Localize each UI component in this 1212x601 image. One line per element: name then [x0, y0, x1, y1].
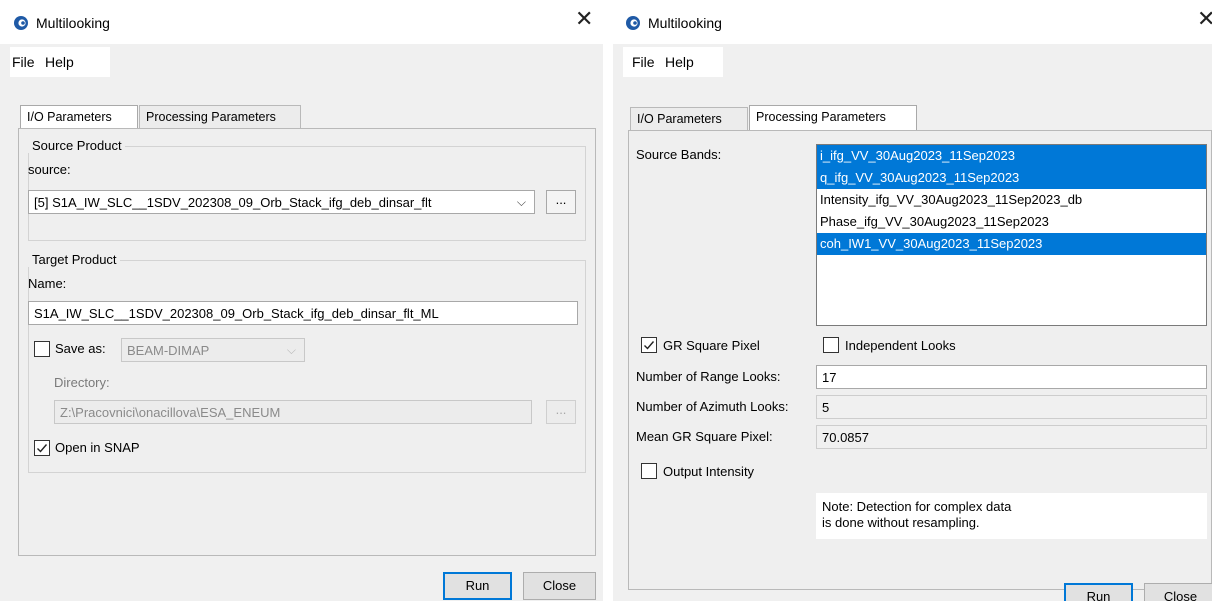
directory-field[interactable]: Z:\Pracovnici\onacillova\ESA_ENEUM: [54, 400, 532, 424]
tab-processing-parameters[interactable]: Processing Parameters: [749, 105, 917, 131]
menu-bar: File Help: [623, 47, 723, 77]
note-text: Note: Detection for complex data is done…: [816, 493, 1207, 539]
name-label: Name:: [28, 276, 67, 291]
menu-help[interactable]: Help: [665, 54, 694, 70]
source-product-value: [5] S1A_IW_SLC__1SDV_202308_09_Orb_Stack…: [34, 195, 432, 210]
target-name-field[interactable]: S1A_IW_SLC__1SDV_202308_09_Orb_Stack_ifg…: [28, 301, 578, 325]
checkmark-icon: [644, 341, 655, 350]
run-button[interactable]: Run: [1064, 583, 1133, 601]
close-icon[interactable]: ✕: [575, 9, 593, 31]
band-list-item[interactable]: q_ifg_VV_30Aug2023_11Sep2023: [817, 167, 1206, 189]
menu-bar: File Help: [10, 47, 110, 77]
processing-parameters-panel: Source Bands: i_ifg_VV_30Aug2023_11Sep20…: [628, 130, 1212, 590]
source-label: source:: [28, 162, 71, 177]
azimuth-looks-field[interactable]: 5: [816, 395, 1207, 419]
band-list-item[interactable]: i_ifg_VV_30Aug2023_11Sep2023: [817, 145, 1206, 167]
directory-label: Directory:: [54, 375, 110, 390]
close-button[interactable]: Close: [1144, 583, 1212, 601]
output-intensity-label: Output Intensity: [663, 464, 755, 479]
gr-square-pixel-label: GR Square Pixel: [663, 338, 760, 353]
window-title: Multilooking: [648, 15, 722, 31]
source-browse-button[interactable]: ...: [546, 190, 576, 214]
checkmark-icon: [37, 444, 48, 453]
mean-gr-field: 70.0857: [816, 425, 1207, 449]
save-as-checkbox[interactable]: [34, 341, 50, 357]
save-as-label: Save as:: [55, 341, 106, 356]
range-looks-field[interactable]: 17: [816, 365, 1207, 389]
menu-file[interactable]: File: [12, 54, 35, 70]
group-title-target-product: Target Product: [28, 252, 120, 267]
run-button[interactable]: Run: [443, 572, 512, 600]
title-bar: Multilooking ✕: [613, 0, 1212, 44]
source-product-group: Source Product source: [5] S1A_IW_SLC__1…: [28, 138, 586, 241]
gr-square-pixel-checkbox[interactable]: [641, 337, 657, 353]
note-line: Note: Detection for complex data: [822, 499, 1012, 514]
band-list-item[interactable]: Phase_ifg_VV_30Aug2023_11Sep2023: [817, 211, 1206, 233]
independent-looks-checkbox[interactable]: [823, 337, 839, 353]
chevron-down-icon: ⌵: [516, 195, 526, 209]
tab-io-parameters[interactable]: I/O Parameters: [630, 107, 748, 131]
divider: [603, 0, 613, 601]
save-format-combo[interactable]: BEAM-DIMAP ⌵: [121, 338, 305, 362]
tab-processing-parameters[interactable]: Processing Parameters: [139, 105, 301, 129]
target-product-group: Target Product Name: S1A_IW_SLC__1SDV_20…: [28, 252, 586, 473]
title-bar: Multilooking ✕: [0, 0, 603, 44]
tab-io-parameters[interactable]: I/O Parameters: [20, 105, 138, 129]
note-line: is done without resampling.: [822, 515, 980, 530]
chevron-down-icon: ⌵: [286, 343, 296, 357]
range-looks-label: Number of Range Looks:: [636, 369, 781, 384]
window-title: Multilooking: [36, 15, 110, 31]
band-list-item[interactable]: Intensity_ifg_VV_30Aug2023_11Sep2023_db: [817, 189, 1206, 211]
group-title-source-product: Source Product: [28, 138, 125, 153]
esa-snap-logo-icon: [14, 16, 28, 30]
open-in-snap-checkbox[interactable]: [34, 440, 50, 456]
azimuth-looks-label: Number of Azimuth Looks:: [636, 399, 789, 414]
band-list-item[interactable]: coh_IW1_VV_30Aug2023_11Sep2023: [817, 233, 1206, 255]
close-icon[interactable]: ✕: [1197, 9, 1212, 31]
menu-help[interactable]: Help: [45, 54, 74, 70]
open-in-snap-label: Open in SNAP: [55, 440, 140, 455]
source-product-combo[interactable]: [5] S1A_IW_SLC__1SDV_202308_09_Orb_Stack…: [28, 190, 535, 214]
close-button[interactable]: Close: [523, 572, 596, 600]
output-intensity-checkbox[interactable]: [641, 463, 657, 479]
source-bands-label: Source Bands:: [636, 147, 722, 162]
esa-snap-logo-icon: [626, 16, 640, 30]
menu-file[interactable]: File: [632, 54, 655, 70]
right-multilooking-dialog: Multilooking ✕ File Help I/O Parameters …: [613, 0, 1212, 601]
left-multilooking-dialog: Multilooking ✕ File Help I/O Parameters …: [0, 0, 603, 601]
save-format-value: BEAM-DIMAP: [127, 343, 210, 358]
independent-looks-label: Independent Looks: [845, 338, 956, 353]
mean-gr-label: Mean GR Square Pixel:: [636, 429, 773, 444]
source-bands-list[interactable]: i_ifg_VV_30Aug2023_11Sep2023 q_ifg_VV_30…: [816, 144, 1207, 326]
io-parameters-panel: Source Product source: [5] S1A_IW_SLC__1…: [18, 128, 596, 556]
directory-browse-button[interactable]: ...: [546, 400, 576, 424]
